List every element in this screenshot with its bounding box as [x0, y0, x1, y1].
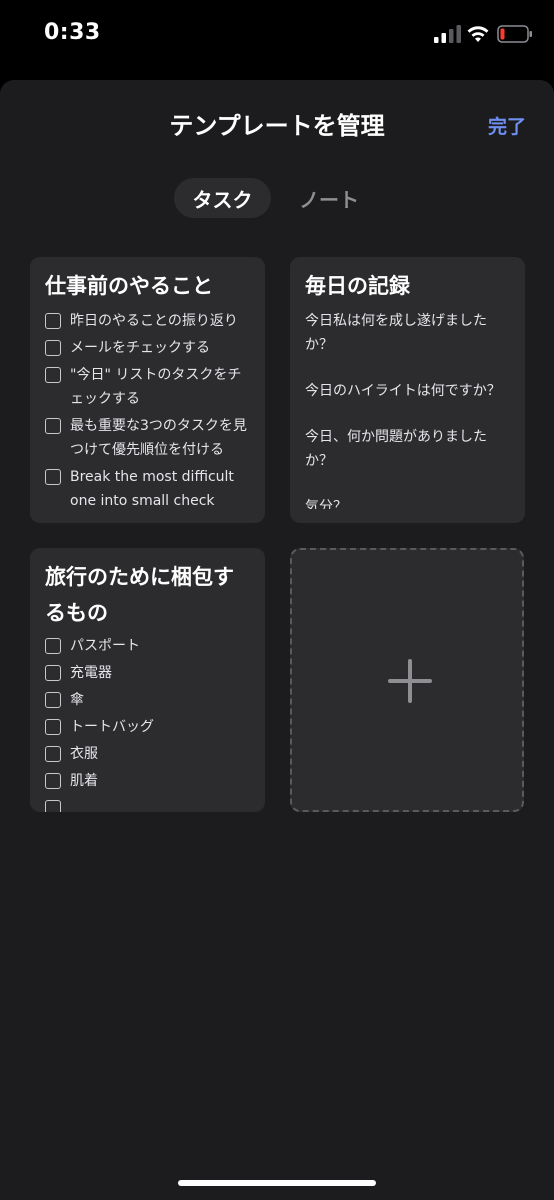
list-item: 傘	[45, 688, 253, 712]
template-title: 旅行のために梱包するもの	[45, 565, 234, 625]
checkbox-icon	[45, 800, 61, 812]
checkbox-icon	[45, 773, 61, 789]
checkbox-icon	[45, 719, 61, 735]
template-card-daily-log[interactable]: 毎日の記録 今日私は何を成し遂げましたか？ 今日のハイライトは何ですか？ 今日、…	[290, 257, 525, 523]
list-item: 衣服	[45, 742, 253, 766]
checkbox-icon	[45, 692, 61, 708]
list-item	[45, 796, 253, 812]
checkbox-icon	[45, 746, 61, 762]
template-card-before-work[interactable]: 仕事前のやること 昨日のやることの振り返り メールをチェックする "今日" リス…	[30, 257, 265, 523]
list-item: トートバッグ	[45, 715, 253, 739]
note-line: 気分？	[305, 499, 347, 509]
list-item: 肌着	[45, 769, 253, 793]
template-card-packing-list[interactable]: 旅行のために梱包するもの パスポート 充電器 傘 トートバッグ 衣服 肌着	[30, 548, 265, 812]
note-line: 今日私は何を成し遂げましたか？	[305, 313, 487, 353]
note-line: 今日のハイライトは何ですか？	[305, 383, 501, 399]
done-button[interactable]: 完了	[488, 112, 526, 139]
add-template-button[interactable]	[290, 548, 524, 812]
list-item: 充電器	[45, 661, 253, 685]
template-type-tabs: タスク ノート	[174, 178, 375, 220]
template-title: 毎日の記録	[305, 274, 410, 298]
checklist: パスポート 充電器 傘 トートバッグ 衣服 肌着	[45, 634, 253, 812]
manage-templates-sheet: テンプレートを管理 完了 タスク ノート 仕事前のやること 昨日のやることの振り…	[0, 80, 554, 1200]
list-item: パスポート	[45, 634, 253, 658]
template-title: 仕事前のやること	[45, 274, 213, 298]
checkbox-icon	[45, 469, 61, 485]
checkbox-icon	[45, 313, 61, 329]
status-time: 0:33	[44, 20, 101, 45]
list-item: 最も重要な3つのタスクを見つけて優先順位を付ける	[45, 414, 253, 462]
checkbox-icon	[45, 665, 61, 681]
tab-notes[interactable]: ノート	[283, 178, 375, 218]
note-line: 今日、何か問題がありましたか？	[305, 429, 487, 469]
tab-tasks[interactable]: タスク	[174, 178, 271, 218]
list-item: メールをチェックする	[45, 336, 253, 360]
checkbox-icon	[45, 418, 61, 434]
list-item: 昨日のやることの振り返り	[45, 309, 253, 333]
status-bar: 0:33	[0, 0, 554, 80]
checkbox-icon	[45, 340, 61, 356]
note-body: 今日私は何を成し遂げましたか？ 今日のハイライトは何ですか？ 今日、何か問題があ…	[305, 309, 511, 509]
list-item: "今日" リストのタスクをチェックする	[45, 363, 253, 411]
checkbox-icon	[45, 367, 61, 383]
cellular-signal-icon	[434, 25, 461, 43]
checklist: 昨日のやることの振り返り メールをチェックする "今日" リストのタスクをチェッ…	[45, 309, 253, 516]
battery-low-icon	[497, 25, 532, 43]
plus-icon	[408, 659, 412, 703]
checkbox-icon	[45, 638, 61, 654]
home-indicator[interactable]	[178, 1180, 376, 1186]
wifi-icon	[467, 26, 489, 42]
list-item: Break the most difficult one into small …	[45, 465, 253, 513]
page-title: テンプレートを管理	[169, 112, 385, 140]
